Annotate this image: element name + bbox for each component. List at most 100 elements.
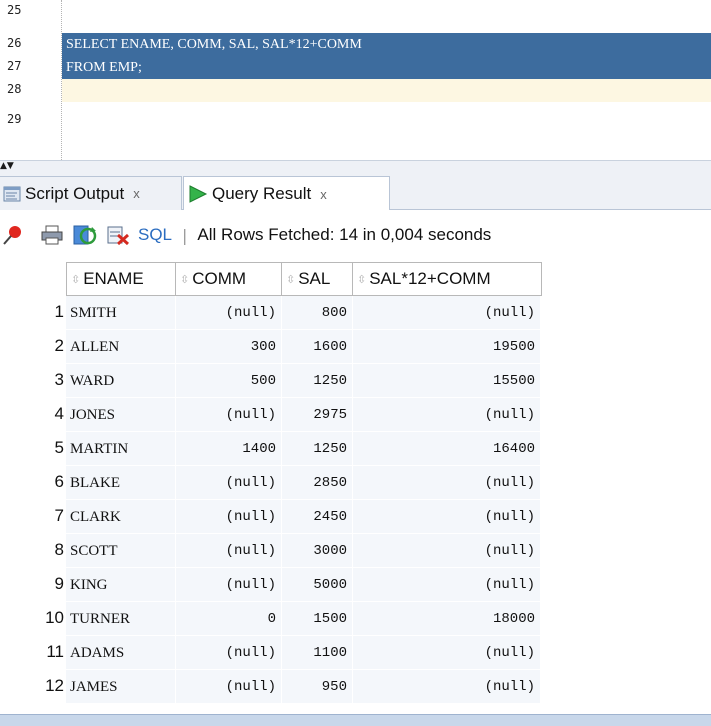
sql-icon[interactable]	[106, 224, 130, 246]
row-number[interactable]: 2	[0, 330, 66, 364]
cell-comm[interactable]: (null)	[176, 296, 282, 330]
cell-ename[interactable]: JAMES	[66, 670, 176, 704]
close-icon[interactable]: x	[320, 187, 327, 202]
row-number[interactable]: 6	[0, 466, 66, 500]
table-row[interactable]: 4 JONES (null) 2975 (null)	[0, 398, 545, 432]
editor-line-selected[interactable]: 27 FROM EMP;	[0, 56, 711, 79]
cell-sal[interactable]: 2975	[282, 398, 353, 432]
cell-sal12comm[interactable]: (null)	[353, 398, 541, 432]
cell-comm[interactable]: (null)	[176, 466, 282, 500]
cell-sal12comm[interactable]: 15500	[353, 364, 541, 398]
row-number[interactable]: 10	[0, 602, 66, 636]
code-text[interactable]	[62, 109, 711, 132]
cell-sal12comm[interactable]: 16400	[353, 432, 541, 466]
cell-comm[interactable]: (null)	[176, 568, 282, 602]
cell-comm[interactable]: 300	[176, 330, 282, 364]
cell-ename[interactable]: ADAMS	[66, 636, 176, 670]
table-row[interactable]: 8 SCOTT (null) 3000 (null)	[0, 534, 545, 568]
cell-sal[interactable]: 2850	[282, 466, 353, 500]
cell-sal12comm[interactable]: (null)	[353, 568, 541, 602]
table-row[interactable]: 2 ALLEN 300 1600 19500	[0, 330, 545, 364]
editor-line[interactable]: 25	[0, 0, 711, 23]
table-row[interactable]: 1 SMITH (null) 800 (null)	[0, 296, 545, 330]
cell-ename[interactable]: SCOTT	[66, 534, 176, 568]
cell-ename[interactable]: BLAKE	[66, 466, 176, 500]
row-number[interactable]: 8	[0, 534, 66, 568]
sql-link[interactable]: SQL	[138, 225, 172, 245]
column-header-sal12comm[interactable]: ⇳ SAL*12+COMM	[352, 262, 542, 296]
cell-comm[interactable]: (null)	[176, 534, 282, 568]
row-number[interactable]: 5	[0, 432, 66, 466]
cell-sal[interactable]: 950	[282, 670, 353, 704]
cell-sal[interactable]: 1500	[282, 602, 353, 636]
cell-sal[interactable]: 800	[282, 296, 353, 330]
code-text[interactable]: SELECT ENAME, COMM, SAL, SAL*12+COMM	[62, 33, 711, 56]
cell-sal12comm[interactable]: (null)	[353, 466, 541, 500]
column-header-ename[interactable]: ⇳ ENAME	[66, 262, 176, 296]
cell-sal[interactable]: 1250	[282, 432, 353, 466]
cell-sal[interactable]: 2450	[282, 500, 353, 534]
sort-icon[interactable]: ⇳	[71, 273, 80, 286]
tab-query-result[interactable]: Query Result x	[183, 176, 390, 211]
table-row[interactable]: 12 JAMES (null) 950 (null)	[0, 670, 545, 704]
panel-splitter[interactable]: ▲▼	[0, 160, 711, 172]
cell-comm[interactable]: 500	[176, 364, 282, 398]
column-header-sal[interactable]: ⇳ SAL	[281, 262, 353, 296]
table-row[interactable]: 3 WARD 500 1250 15500	[0, 364, 545, 398]
cell-comm[interactable]: (null)	[176, 636, 282, 670]
code-text[interactable]	[62, 79, 711, 102]
editor-line[interactable]: 29	[0, 109, 711, 132]
cell-comm[interactable]: (null)	[176, 670, 282, 704]
table-row[interactable]: 9 KING (null) 5000 (null)	[0, 568, 545, 602]
cell-sal12comm[interactable]: (null)	[353, 534, 541, 568]
column-header-comm[interactable]: ⇳ COMM	[175, 262, 282, 296]
row-number[interactable]: 1	[0, 296, 66, 330]
cell-comm[interactable]: (null)	[176, 500, 282, 534]
table-row[interactable]: 10 TURNER 0 1500 18000	[0, 602, 545, 636]
cell-sal12comm[interactable]: 19500	[353, 330, 541, 364]
sql-editor[interactable]: 25 26 SELECT ENAME, COMM, SAL, SAL*12+CO…	[0, 0, 711, 160]
cell-ename[interactable]: ALLEN	[66, 330, 176, 364]
result-grid[interactable]: ⇳ ENAME ⇳ COMM ⇳ SAL ⇳ SAL*12+COMM 1 SMI…	[0, 262, 711, 714]
cell-comm[interactable]: 0	[176, 602, 282, 636]
cell-sal12comm[interactable]: (null)	[353, 500, 541, 534]
cell-sal12comm[interactable]: (null)	[353, 636, 541, 670]
cell-sal[interactable]: 1250	[282, 364, 353, 398]
sort-icon[interactable]: ⇳	[357, 273, 366, 286]
row-number[interactable]: 7	[0, 500, 66, 534]
editor-line-selected[interactable]: 26 SELECT ENAME, COMM, SAL, SAL*12+COMM	[0, 33, 711, 56]
row-number[interactable]: 9	[0, 568, 66, 602]
refresh-icon[interactable]	[72, 224, 98, 246]
cell-sal12comm[interactable]: (null)	[353, 296, 541, 330]
row-number[interactable]: 11	[0, 636, 66, 670]
row-number[interactable]: 3	[0, 364, 66, 398]
cell-sal[interactable]: 1100	[282, 636, 353, 670]
cell-comm[interactable]: 1400	[176, 432, 282, 466]
tab-script-output[interactable]: Script Output x	[0, 176, 182, 210]
cell-ename[interactable]: SMITH	[66, 296, 176, 330]
cell-ename[interactable]: CLARK	[66, 500, 176, 534]
code-text[interactable]: FROM EMP;	[62, 56, 711, 79]
close-icon[interactable]: x	[133, 186, 140, 201]
cell-sal[interactable]: 1600	[282, 330, 353, 364]
cell-ename[interactable]: KING	[66, 568, 176, 602]
pin-icon[interactable]	[0, 224, 26, 246]
row-number[interactable]: 4	[0, 398, 66, 432]
cell-ename[interactable]: MARTIN	[66, 432, 176, 466]
cell-sal[interactable]: 3000	[282, 534, 353, 568]
sort-icon[interactable]: ⇳	[286, 273, 295, 286]
print-icon[interactable]	[40, 224, 64, 246]
cell-ename[interactable]: TURNER	[66, 602, 176, 636]
cell-ename[interactable]: WARD	[66, 364, 176, 398]
editor-line-current[interactable]: 28	[0, 79, 711, 102]
table-row[interactable]: 6 BLAKE (null) 2850 (null)	[0, 466, 545, 500]
cell-ename[interactable]: JONES	[66, 398, 176, 432]
cell-sal12comm[interactable]: (null)	[353, 670, 541, 704]
cell-sal12comm[interactable]: 18000	[353, 602, 541, 636]
collapse-arrows-icon[interactable]: ▲▼	[0, 162, 14, 171]
table-row[interactable]: 5 MARTIN 1400 1250 16400	[0, 432, 545, 466]
cell-sal[interactable]: 5000	[282, 568, 353, 602]
code-text[interactable]	[62, 0, 711, 23]
table-row[interactable]: 7 CLARK (null) 2450 (null)	[0, 500, 545, 534]
sort-icon[interactable]: ⇳	[180, 273, 189, 286]
